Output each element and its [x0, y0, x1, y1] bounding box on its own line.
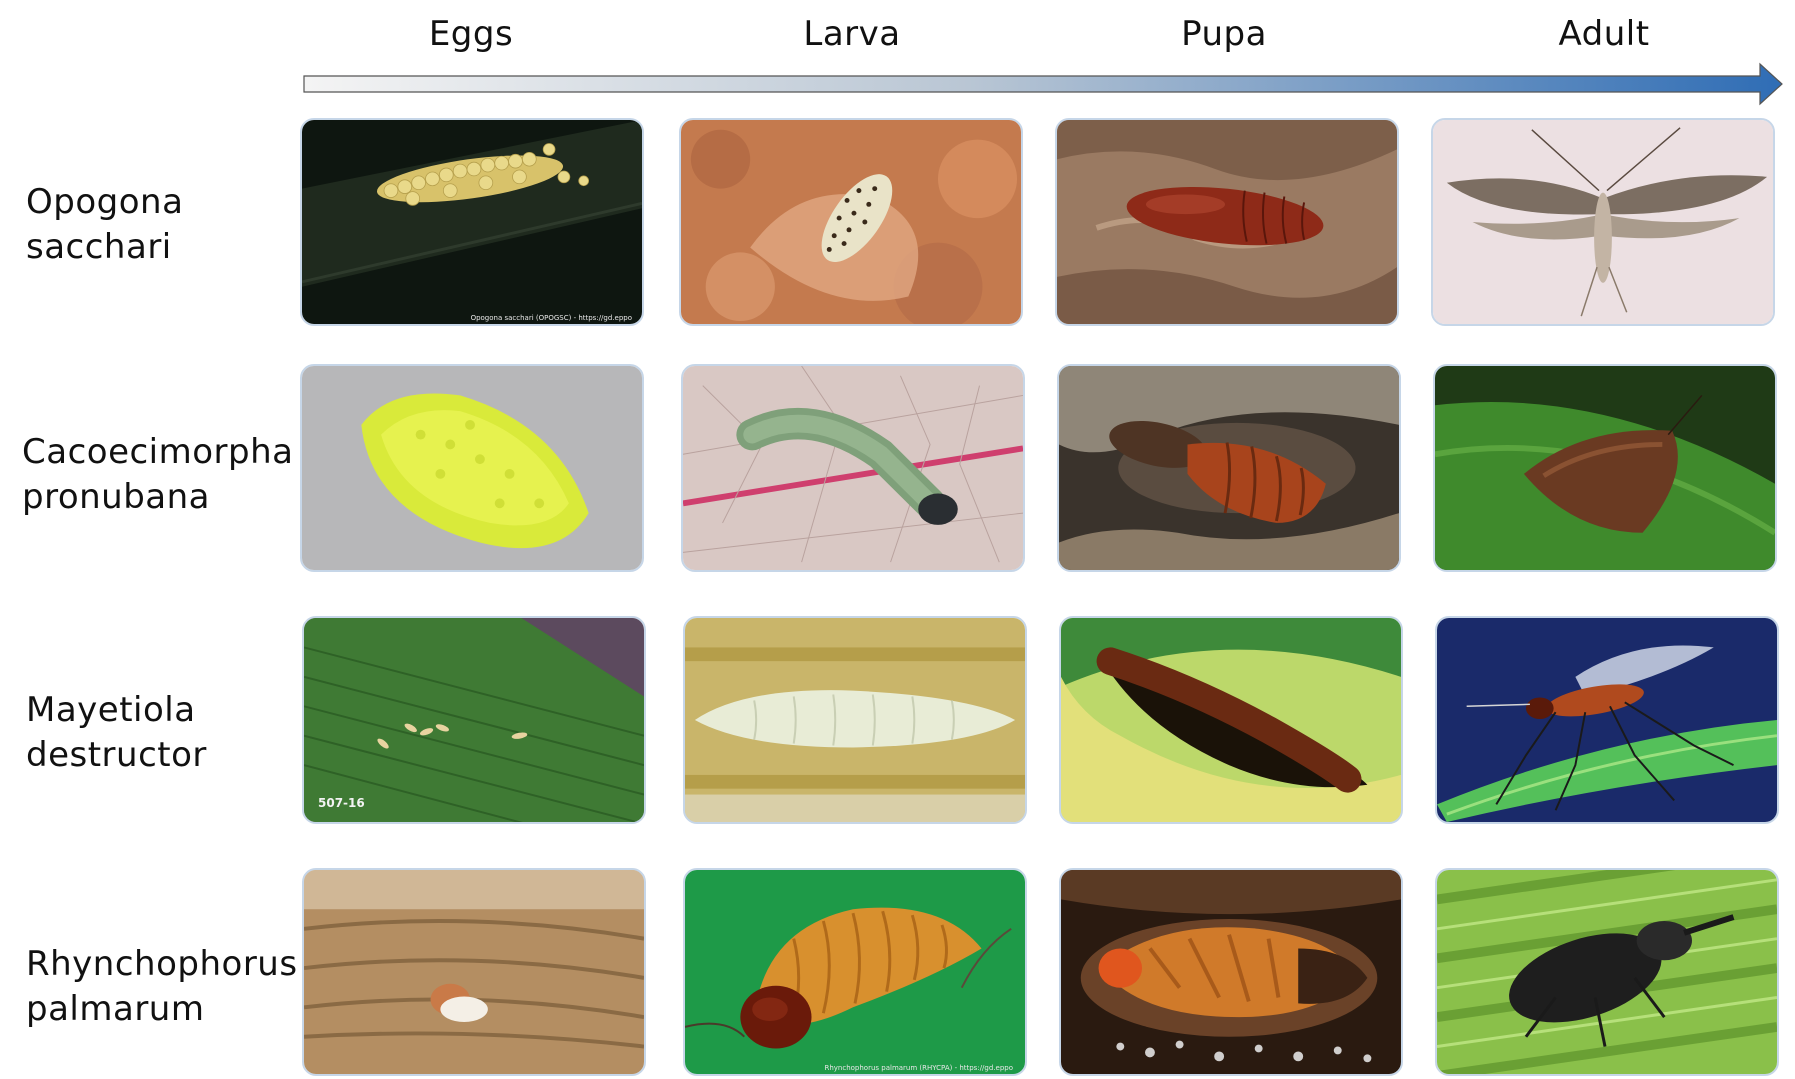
photo-opogona-larva: [679, 118, 1023, 326]
photo-opogona-adult: [1431, 118, 1775, 326]
photo-cacoecimorpha-pupa: [1057, 364, 1401, 572]
photo-rhynchophorus-pupa: [1059, 868, 1403, 1076]
photo-rhynchophorus-larva: Rhynchophorus palmarum (RHYCPA) - https:…: [683, 868, 1027, 1076]
stage-label-larva: Larva: [803, 14, 901, 54]
species-name-genus: Opogona: [26, 182, 184, 222]
photo-credit: Rhynchophorus palmarum (RHYCPA) - https:…: [824, 1064, 1013, 1072]
species-label-opogona: Opogona sacchari: [26, 180, 183, 270]
species-name-epithet: destructor: [26, 735, 207, 775]
specimen-code-badge: 507-16: [318, 796, 365, 810]
species-name-genus: Cacoecimorpha: [22, 432, 294, 472]
photo-mayetiola-pupa: [1059, 616, 1403, 824]
species-name-epithet: palmarum: [26, 989, 205, 1029]
photo-cacoecimorpha-adult: [1433, 364, 1777, 572]
species-name-epithet: sacchari: [26, 227, 172, 267]
stage-label-pupa: Pupa: [1181, 14, 1267, 54]
photo-mayetiola-larva: [683, 616, 1027, 824]
photo-opogona-pupa: [1055, 118, 1399, 326]
species-label-cacoecimorpha: Cacoecimorpha pronubana: [22, 430, 294, 520]
photo-cacoecimorpha-larva: [681, 364, 1025, 572]
species-name-genus: Rhynchophorus: [26, 944, 298, 984]
stage-label-eggs: Eggs: [428, 14, 514, 54]
photo-mayetiola-eggs: 507-16: [302, 616, 646, 824]
photo-mayetiola-adult: [1435, 616, 1779, 824]
photo-cacoecimorpha-eggs: [300, 364, 644, 572]
lifecycle-arrow: [300, 60, 1786, 110]
species-name-epithet: pronubana: [22, 477, 211, 517]
photo-rhynchophorus-adult: [1435, 868, 1779, 1076]
species-name-genus: Mayetiola: [26, 690, 196, 730]
photo-opogona-eggs: Opogona sacchari (OPOGSC) - https://gd.e…: [300, 118, 644, 326]
stage-label-adult: Adult: [1558, 14, 1650, 54]
photo-credit: Opogona sacchari (OPOGSC) - https://gd.e…: [470, 314, 632, 322]
species-label-rhynchophorus: Rhynchophorus palmarum: [26, 942, 298, 1032]
species-label-mayetiola: Mayetiola destructor: [26, 688, 207, 778]
photo-rhynchophorus-eggs: [302, 868, 646, 1076]
